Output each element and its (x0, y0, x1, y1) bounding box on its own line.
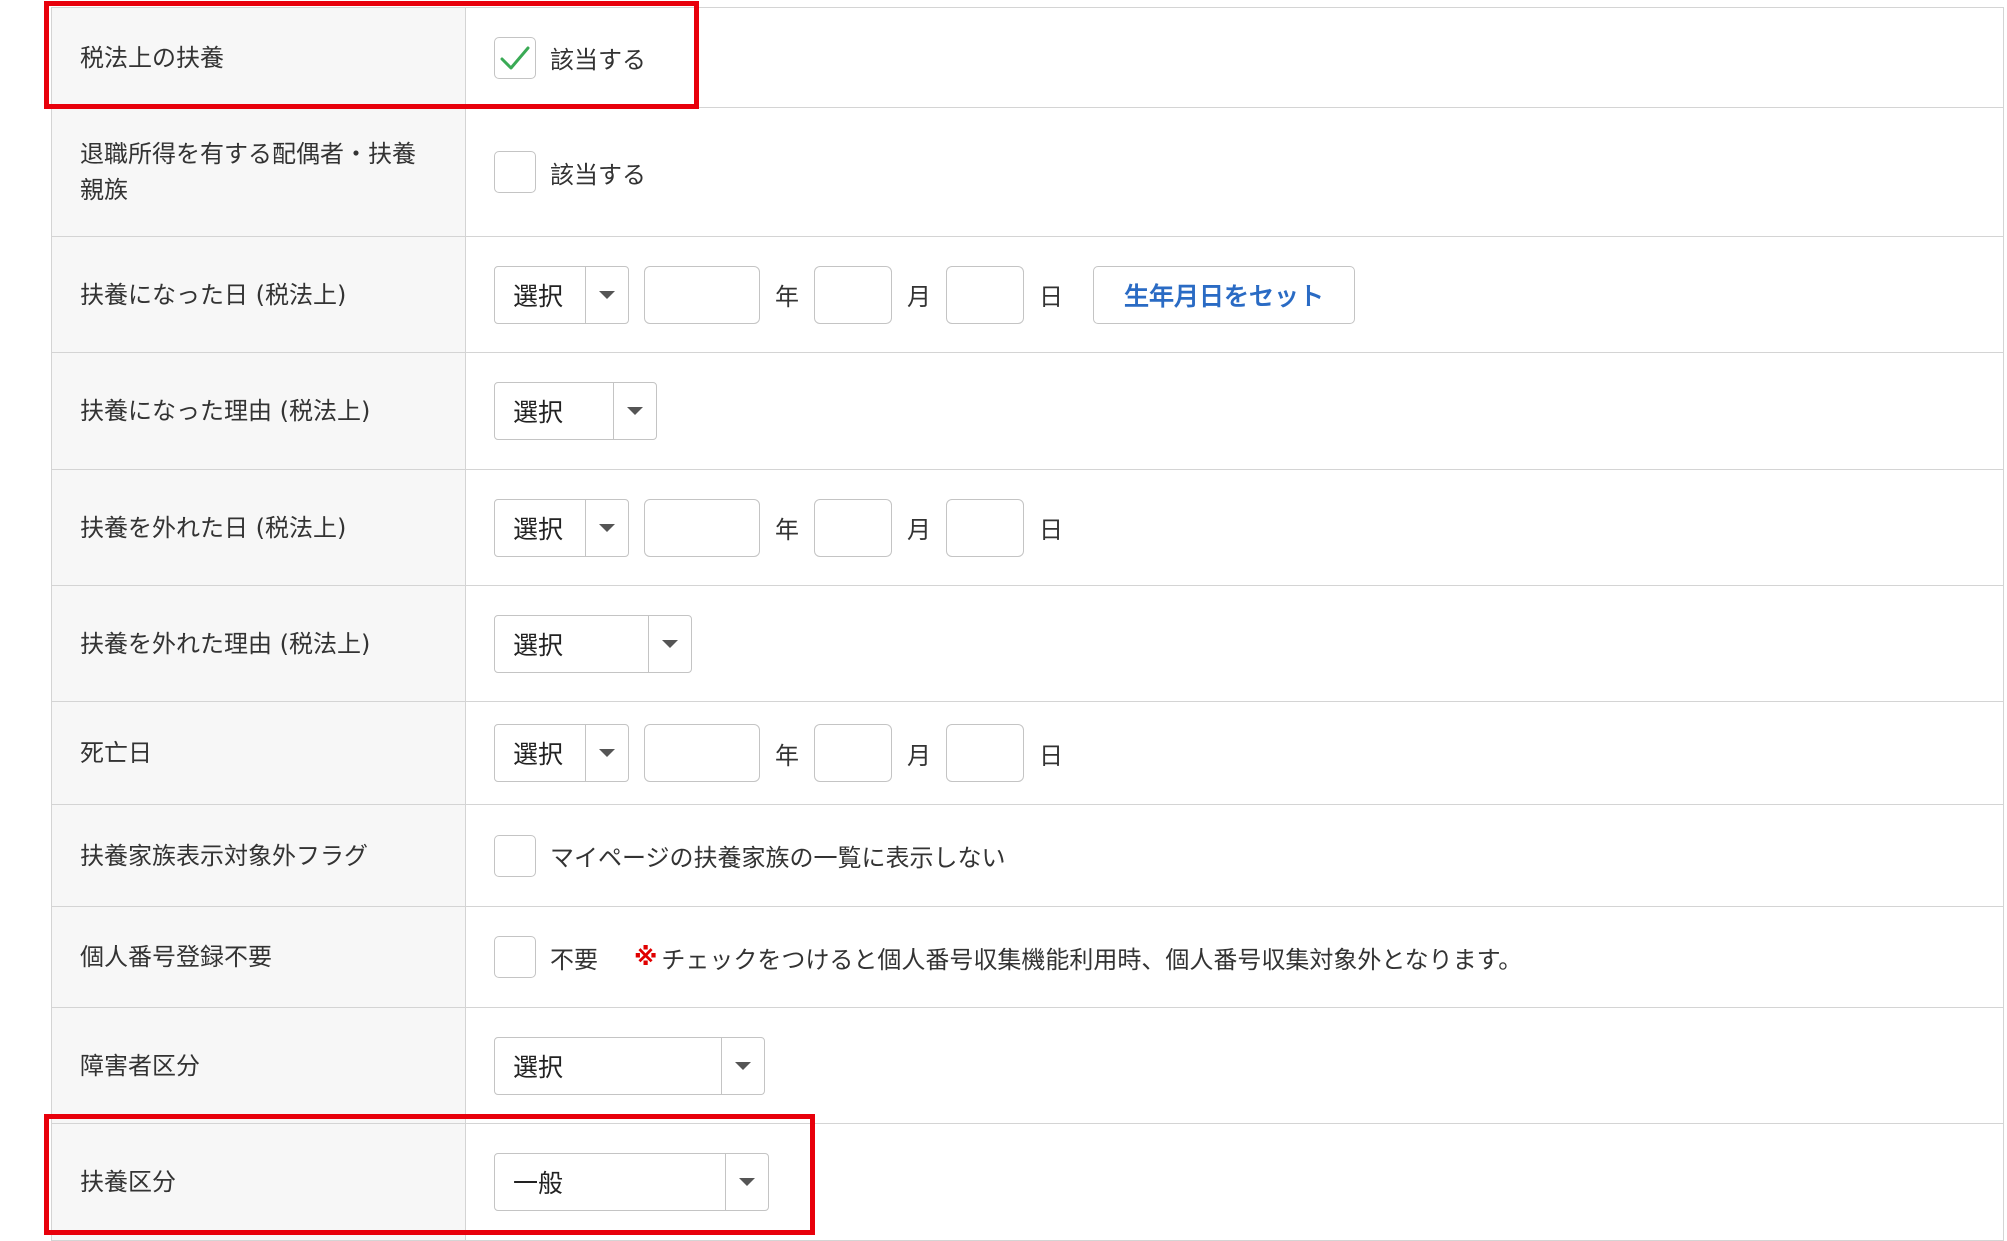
row-disability-category: 障害者区分 選択 (51, 1008, 2004, 1124)
retirement-income-checkbox[interactable] (494, 151, 536, 193)
start-reason-select[interactable]: 選択 (494, 382, 657, 440)
label-hide-flag: 扶養家族表示対象外フラグ (51, 805, 466, 906)
tax-dependent-checkbox-label[interactable]: 該当する (550, 40, 646, 75)
row-retirement-income: 退職所得を有する配偶者・扶養 親族 該当する (51, 108, 2004, 237)
disability-category-select[interactable]: 選択 (494, 1036, 765, 1095)
label-dependent-category: 扶養区分 (51, 1124, 466, 1240)
day-unit: 日 (1039, 741, 1063, 770)
row-death-date: 死亡日 選択 年 月 日 (51, 702, 2004, 805)
month-unit: 月 (907, 283, 931, 311)
check-icon (500, 46, 530, 69)
set-birthdate-button[interactable]: 生年月日をセット (1093, 265, 1355, 324)
death-date-month-input[interactable] (814, 724, 892, 782)
my-number-note: チェックをつけると個人番号収集機能利用時、個人番号収集対象外となります。 (661, 945, 1523, 974)
label-my-number-not-required: 個人番号登録不要 (51, 907, 466, 1007)
label-tax-dependent: 税法上の扶養 (51, 8, 466, 107)
chevron-down-icon (735, 1061, 751, 1070)
label-dependent-start-date: 扶養になった日 (税法上) (51, 237, 466, 352)
dependent-form-table: 税法上の扶養 該当する 退職所得を有する配偶者・扶養 親族 該当する 扶養になっ… (51, 7, 2004, 1241)
row-tax-dependent: 税法上の扶養 該当する (51, 8, 2004, 108)
death-date-year-input[interactable] (644, 724, 760, 782)
start-date-era-select[interactable]: 選択 (494, 265, 629, 324)
day-unit: 日 (1039, 516, 1063, 544)
my-number-not-required-checkbox[interactable] (494, 936, 536, 978)
chevron-down-icon (739, 1178, 755, 1186)
end-date-day-input[interactable] (946, 498, 1024, 557)
row-dependent-category: 扶養区分 一般 (51, 1124, 2004, 1241)
chevron-down-icon (627, 407, 643, 415)
end-date-era-select[interactable]: 選択 (494, 498, 629, 557)
row-dependent-end-date: 扶養を外れた日 (税法上) 選択 年 月 日 (51, 470, 2004, 586)
label-disability-category: 障害者区分 (51, 1008, 466, 1123)
start-date-day-input[interactable] (946, 265, 1024, 324)
death-date-day-input[interactable] (946, 724, 1024, 782)
hide-flag-checkbox[interactable] (494, 834, 536, 877)
label-dependent-end-reason: 扶養を外れた理由 (税法上) (51, 586, 466, 701)
dependent-category-select[interactable]: 一般 (494, 1153, 769, 1211)
hide-flag-checkbox-label[interactable]: マイページの扶養家族の一覧に表示しない (550, 838, 1006, 873)
row-dependent-start-date: 扶養になった日 (税法上) 選択 年 月 日 生年月日をセット (51, 237, 2004, 353)
retirement-income-checkbox-label[interactable]: 該当する (550, 155, 646, 190)
chevron-down-icon (599, 749, 615, 757)
month-unit: 月 (907, 516, 931, 544)
year-unit: 年 (775, 741, 799, 770)
label-dependent-start-reason: 扶養になった理由 (税法上) (51, 353, 466, 469)
day-unit: 日 (1039, 283, 1063, 311)
end-date-month-input[interactable] (814, 498, 892, 557)
row-hide-flag: 扶養家族表示対象外フラグ マイページの扶養家族の一覧に表示しない (51, 805, 2004, 907)
note-mark: ※ (634, 943, 658, 971)
chevron-down-icon (662, 639, 678, 648)
start-date-month-input[interactable] (814, 265, 892, 324)
end-reason-select[interactable]: 選択 (494, 614, 692, 673)
label-death-date: 死亡日 (51, 702, 466, 804)
chevron-down-icon (599, 523, 615, 532)
row-my-number-not-required: 個人番号登録不要 不要 ※ チェックをつけると個人番号収集機能利用時、個人番号収… (51, 907, 2004, 1008)
death-date-era-select[interactable]: 選択 (494, 724, 629, 782)
label-dependent-end-date: 扶養を外れた日 (税法上) (51, 470, 466, 585)
label-retirement-income: 退職所得を有する配偶者・扶養 親族 (80, 140, 416, 204)
row-dependent-start-reason: 扶養になった理由 (税法上) 選択 (51, 353, 2004, 470)
start-date-year-input[interactable] (644, 265, 760, 324)
tax-dependent-checkbox[interactable] (494, 36, 536, 79)
chevron-down-icon (599, 290, 615, 299)
end-date-year-input[interactable] (644, 498, 760, 557)
my-number-not-required-checkbox-label[interactable]: 不要 (550, 940, 598, 975)
month-unit: 月 (907, 741, 931, 770)
year-unit: 年 (775, 516, 799, 544)
year-unit: 年 (775, 283, 799, 311)
row-dependent-end-reason: 扶養を外れた理由 (税法上) 選択 (51, 586, 2004, 702)
